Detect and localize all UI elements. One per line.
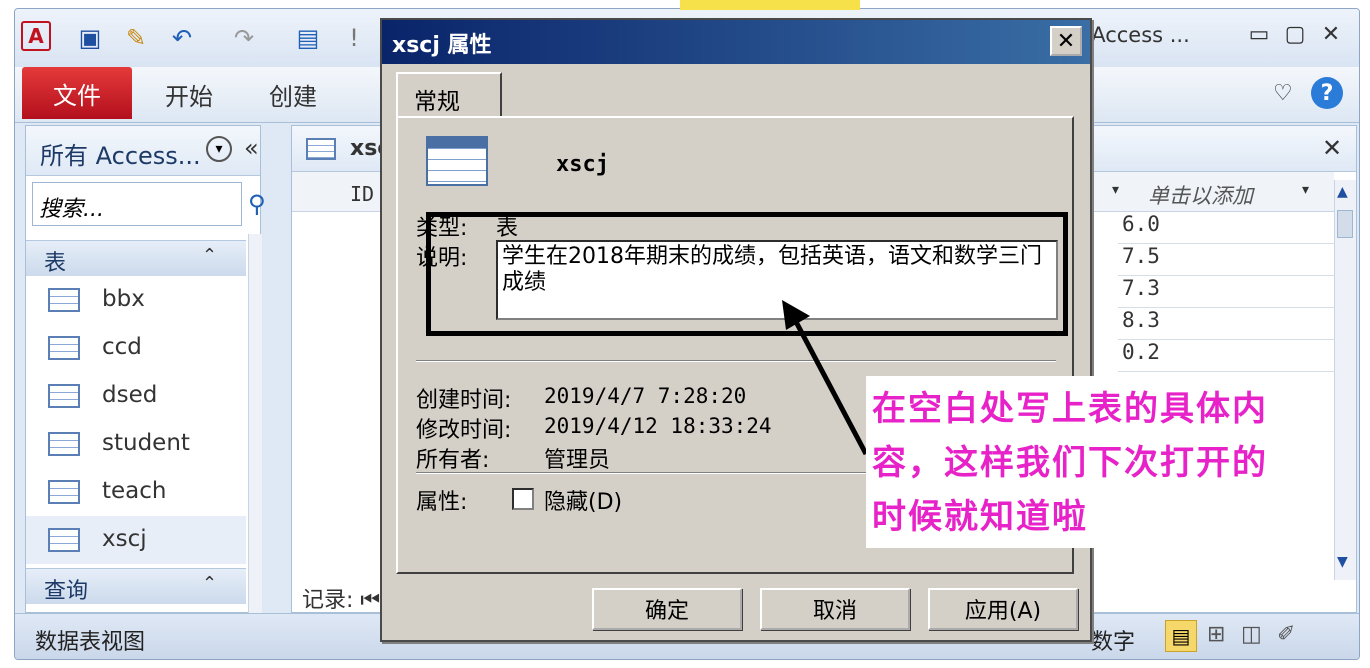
status-numlock: 数字 <box>1091 630 1136 655</box>
datasheet-view-icon[interactable]: ▤ <box>1165 620 1197 652</box>
table-cell[interactable]: 7.5 <box>1118 244 1338 276</box>
edit-icon[interactable]: ✎ <box>119 21 153 55</box>
table-icon <box>48 528 80 552</box>
tab-create[interactable]: 创建 <box>269 77 317 112</box>
cancel-button[interactable]: 取消 <box>760 588 910 630</box>
help-icon[interactable]: ? <box>1311 77 1343 109</box>
access-logo-icon[interactable]: A <box>21 21 51 51</box>
tab-file[interactable]: 文件 <box>22 67 132 119</box>
table-icon <box>48 480 80 504</box>
annotation-callout: 在空白处写上表的具体内容，这样我们下次打开的时候就知道啦 <box>866 376 1278 548</box>
chevron-up-icon[interactable]: ⌃ <box>202 573 217 594</box>
chevron-down-icon[interactable]: ▾ <box>1302 182 1309 198</box>
owner-value: 管理员 <box>544 448 611 473</box>
attributes-label: 属性: <box>416 490 468 515</box>
nav-item-label: ccd <box>102 334 142 360</box>
nav-item-dsed[interactable]: dsed <box>26 372 246 420</box>
owner-label: 所有者: <box>416 448 490 473</box>
status-view-label: 数据表视图 <box>35 630 146 655</box>
modified-label: 修改时间: <box>416 418 512 443</box>
table-icon <box>48 336 80 360</box>
created-label: 创建时间: <box>416 388 512 413</box>
redo-icon[interactable]: ↷ <box>227 21 261 55</box>
apply-button[interactable]: 应用(A) <box>928 588 1078 630</box>
dialog-title: xscj 属性 <box>392 33 492 58</box>
table-icon <box>48 432 80 456</box>
ok-button[interactable]: 确定 <box>592 588 742 630</box>
group-queries-label: 查询 <box>44 579 89 604</box>
tab-general[interactable]: 常规 <box>396 72 502 118</box>
table-icon <box>48 384 80 408</box>
pivotchart-view-icon[interactable]: ◫ <box>1241 622 1262 647</box>
table-cell[interactable]: 6.0 <box>1118 212 1338 244</box>
chevron-down-icon[interactable]: ▾ <box>1112 182 1119 198</box>
table-cell[interactable]: 7.3 <box>1118 276 1338 308</box>
minimize-icon[interactable]: ▭ <box>1243 19 1275 49</box>
nav-item-label: dsed <box>102 382 158 408</box>
search-input[interactable]: 搜索... <box>32 182 242 226</box>
annotation-text: 在空白处写上表的具体内容，这样我们下次打开的时候就知道啦 <box>872 389 1268 537</box>
save-icon[interactable]: ▣ <box>73 21 107 55</box>
nav-item-bbx[interactable]: bbx <box>26 276 246 324</box>
tab-general-label: 常规 <box>414 89 460 115</box>
nav-item-xscj[interactable]: xscj <box>26 516 246 564</box>
nav-scrollbar[interactable] <box>248 234 262 614</box>
column-header-id[interactable]: ID <box>350 182 374 206</box>
object-name: xscj <box>556 152 609 177</box>
close-icon[interactable]: ✕ <box>1050 26 1082 56</box>
hidden-checkbox-label[interactable]: 隐藏(D) <box>544 484 622 516</box>
scroll-down-icon[interactable]: ▼ <box>1337 554 1348 570</box>
column-header-add[interactable]: 单击以添加 <box>1148 180 1253 210</box>
chevron-up-icon[interactable]: ⌃ <box>202 245 217 266</box>
design-view-icon[interactable]: ✐ <box>1277 622 1295 647</box>
collapse-nav-icon[interactable]: « <box>244 134 259 162</box>
group-queries[interactable]: 查询 ⌃ <box>26 568 246 604</box>
modified-value: 2019/4/12 18:33:24 <box>544 414 772 438</box>
scroll-thumb[interactable] <box>1337 210 1353 238</box>
hidden-checkbox[interactable] <box>512 488 534 510</box>
restore-icon[interactable]: ▢ <box>1279 19 1311 49</box>
arrow-icon <box>782 300 869 456</box>
pivottable-view-icon[interactable]: ⊞ <box>1207 622 1225 647</box>
form-icon[interactable]: ▤ <box>291 21 325 55</box>
nav-item-label: xscj <box>102 526 147 552</box>
table-cell[interactable]: 0.2 <box>1118 340 1338 372</box>
created-value: 2019/4/7 7:28:20 <box>544 384 747 408</box>
search-icon[interactable]: ⚲ <box>248 190 266 218</box>
close-document-icon[interactable]: ✕ <box>1322 134 1342 162</box>
record-navigator[interactable]: 记录: ⏮ <box>302 582 380 614</box>
table-icon <box>306 138 336 160</box>
app-title: (Access ... <box>1083 23 1190 47</box>
nav-item-ccd[interactable]: ccd <box>26 324 246 372</box>
table-cell[interactable]: 8.3 <box>1118 308 1338 340</box>
highlight-box <box>426 212 1068 336</box>
close-icon[interactable]: ✕ <box>1315 19 1347 49</box>
undo-icon[interactable]: ↶ <box>165 21 199 55</box>
dialog-title-bar: xscj 属性 ✕ <box>382 20 1090 64</box>
search-placeholder: 搜索... <box>39 197 104 222</box>
navigation-pane: 所有 Access... ▾ « 搜索... ⚲ 表 ⌃ bbx ccd dse… <box>25 125 266 614</box>
table-scrollbar[interactable]: ▲ ▼ <box>1334 180 1356 580</box>
group-tables[interactable]: 表 ⌃ <box>26 240 246 276</box>
nav-item-label: bbx <box>102 286 145 312</box>
tab-home[interactable]: 开始 <box>165 77 213 112</box>
group-tables-label: 表 <box>44 251 67 276</box>
nav-item-label: student <box>102 430 190 456</box>
nav-item-student[interactable]: student <box>26 420 246 468</box>
minimize-ribbon-icon[interactable]: ♡ <box>1273 81 1293 106</box>
divider <box>416 360 1056 362</box>
chevron-down-icon[interactable]: ▾ <box>206 136 232 162</box>
nav-item-label: teach <box>102 478 167 504</box>
table-icon <box>426 136 488 186</box>
nav-item-teach[interactable]: teach <box>26 468 246 516</box>
pin-icon[interactable]: ! <box>337 21 371 55</box>
table-icon <box>48 288 80 312</box>
scroll-up-icon[interactable]: ▲ <box>1337 184 1348 200</box>
nav-header: 所有 Access... ▾ « <box>26 126 260 176</box>
decorative-strip <box>680 0 860 10</box>
nav-title[interactable]: 所有 Access... <box>40 136 201 171</box>
